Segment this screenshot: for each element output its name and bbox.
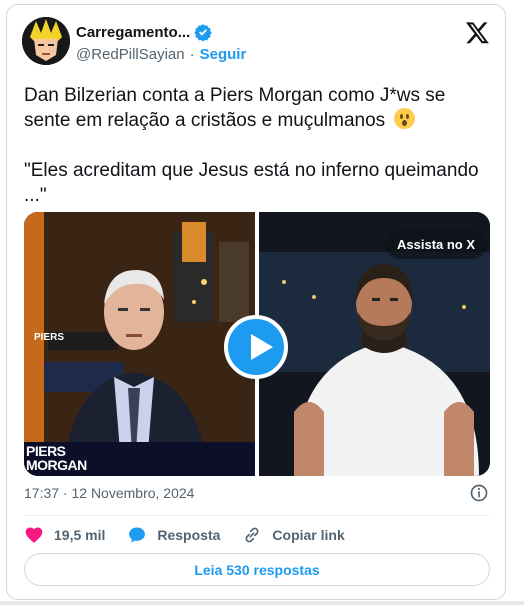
x-logo-icon[interactable] (465, 20, 490, 45)
info-icon[interactable] (469, 483, 489, 503)
like-count: 19,5 mil (54, 527, 106, 543)
tweet-quote: "Eles acreditam que Jesus está no infern… (24, 160, 484, 206)
author-handle[interactable]: @RedPillSayian (76, 46, 185, 63)
author-name-row[interactable]: Carregamento... (76, 23, 212, 41)
page-edge (0, 601, 524, 605)
tweet-text-main: Dan Bilzerian conta a Piers Morgan como … (24, 85, 451, 131)
show-logo-line1: PIERS (26, 443, 66, 459)
avatar[interactable] (22, 17, 70, 65)
show-logo-line2: MORGAN (26, 457, 87, 473)
tweet-text: Dan Bilzerian conta a Piers Morgan como … (24, 83, 494, 208)
like-button[interactable]: 19,5 mil (24, 525, 105, 545)
reply-button[interactable]: Resposta (127, 525, 220, 545)
video-player[interactable]: PIERS PIERS MORGAN Assista no X (24, 212, 490, 476)
copy-link-button[interactable]: Copiar link (242, 525, 345, 545)
copy-link-label: Copiar link (272, 527, 345, 543)
overlay-caption-text: PIERS (34, 332, 64, 343)
verified-badge-icon (194, 24, 212, 41)
tweet-timestamp[interactable]: 17:37 · 12 Novembro, 2024 (24, 485, 194, 501)
watch-on-x-button[interactable]: Assista no X (385, 230, 488, 259)
reply-bubble-icon (129, 527, 146, 543)
astonished-face-emoji (394, 108, 416, 129)
follow-button[interactable]: Seguir (200, 46, 247, 63)
play-icon[interactable] (224, 315, 288, 379)
show-logo: PIERS MORGAN (26, 444, 87, 472)
heart-icon (25, 527, 43, 543)
reply-label: Resposta (157, 527, 221, 543)
divider (24, 515, 490, 516)
avatar-image (22, 17, 70, 65)
author-display-name[interactable]: Carregamento... (76, 24, 190, 41)
link-icon (245, 527, 259, 543)
read-replies-button[interactable]: Leia 530 respostas (24, 553, 490, 586)
action-bar: 19,5 mil Resposta Copiar link (24, 524, 367, 546)
separator-dot: · (189, 46, 195, 63)
author-handle-row: @RedPillSayian · Seguir (76, 46, 246, 63)
tweet-card[interactable]: Carregamento... @RedPillSayian · Seguir … (6, 4, 506, 600)
